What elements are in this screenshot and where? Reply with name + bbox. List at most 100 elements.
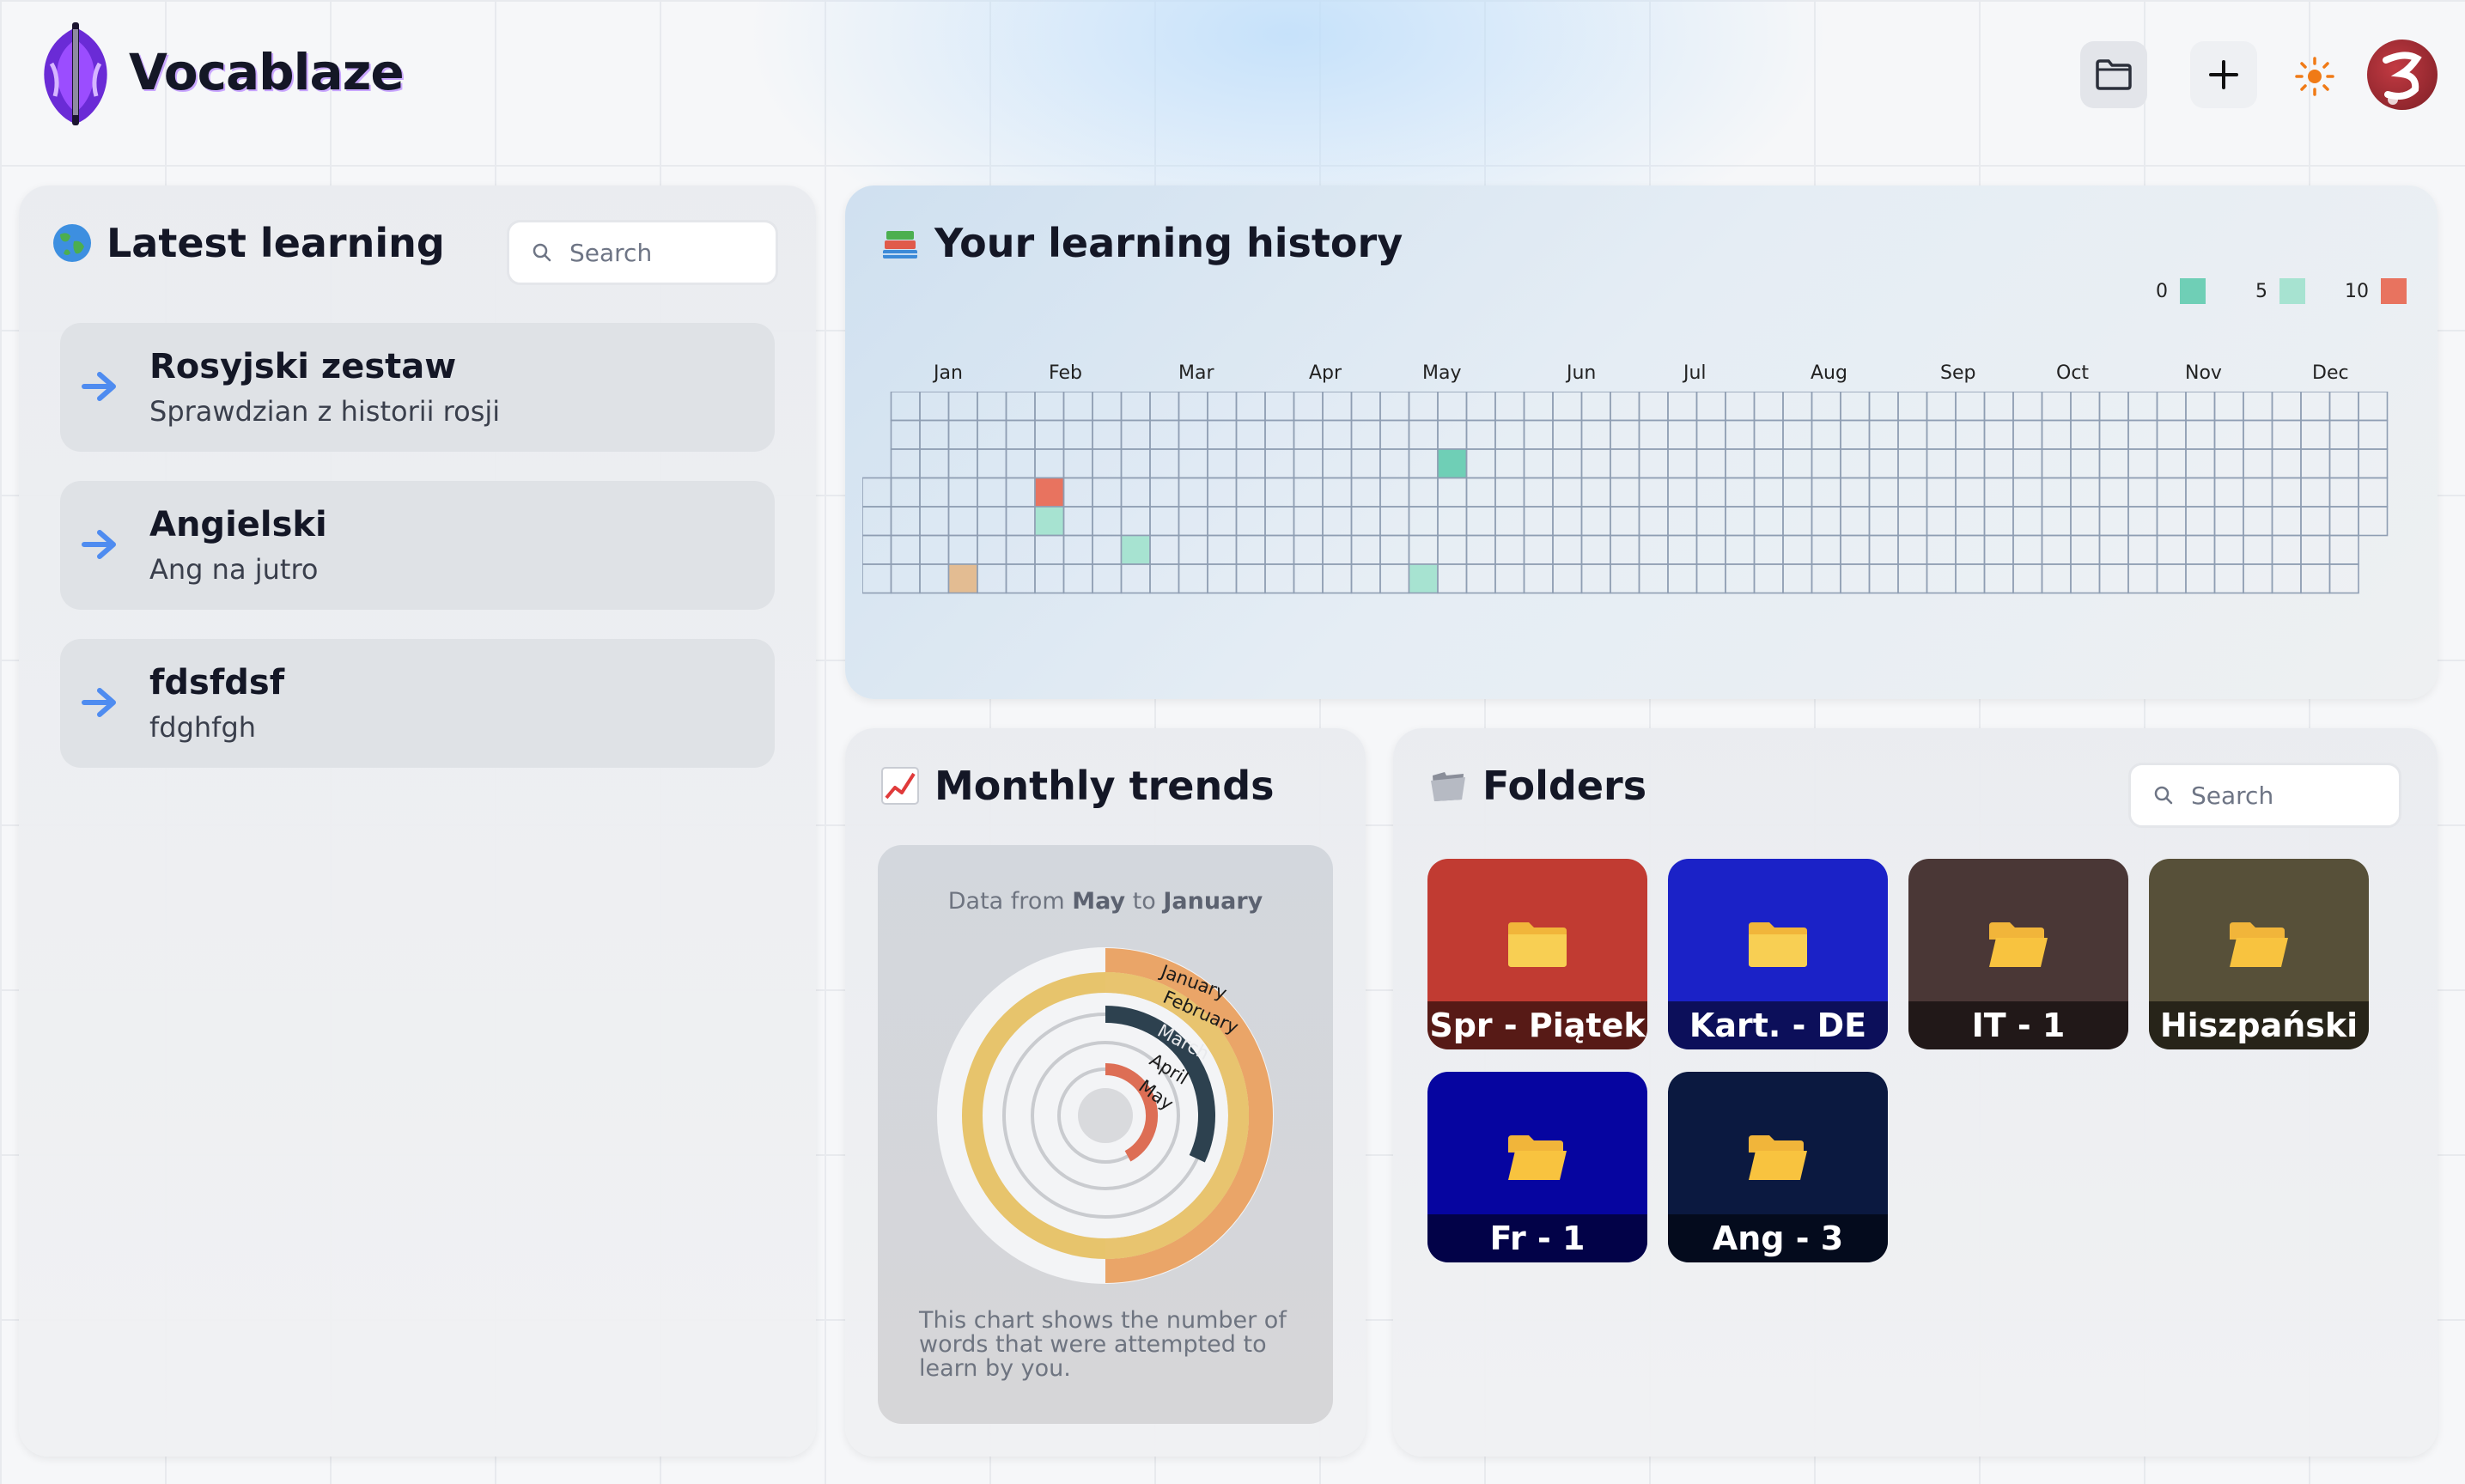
- heatmap-cell[interactable]: [1437, 392, 1468, 422]
- heatmap-cell[interactable]: [2243, 392, 2273, 422]
- list-item[interactable]: Rosyjski zestaw Sprawdzian z historii ro…: [60, 323, 775, 452]
- heatmap-cell[interactable]: [1005, 477, 1036, 508]
- heatmap-cell[interactable]: [1264, 477, 1295, 508]
- heatmap-cell[interactable]: [1523, 392, 1554, 422]
- heatmap-cell[interactable]: [1494, 534, 1525, 565]
- heatmap-cell[interactable]: [1465, 534, 1496, 565]
- heatmap-cell[interactable]: [2300, 392, 2331, 422]
- heatmap-cell[interactable]: [2098, 477, 2129, 508]
- heatmap-cell[interactable]: [1437, 506, 1468, 537]
- heatmap-cell[interactable]: [1235, 506, 1266, 537]
- heatmap-cell[interactable]: [1782, 506, 1813, 537]
- heatmap-cell[interactable]: [2185, 392, 2216, 422]
- heatmap-cell[interactable]: [2041, 477, 2072, 508]
- heatmap-cell[interactable]: [1811, 392, 1841, 422]
- heatmap-cell[interactable]: [2156, 477, 2187, 508]
- heatmap-cell[interactable]: [1149, 448, 1180, 479]
- heatmap-cell[interactable]: [1926, 477, 1957, 508]
- heatmap-cell[interactable]: [1235, 392, 1266, 422]
- heatmap-cell[interactable]: [2243, 448, 2273, 479]
- heatmap-cell[interactable]: [1092, 477, 1123, 508]
- heatmap-cell[interactable]: [2012, 419, 2043, 450]
- heatmap-cell[interactable]: [1034, 448, 1065, 479]
- heatmap-cell[interactable]: [1120, 419, 1151, 450]
- heatmap-cell[interactable]: [919, 534, 950, 565]
- heatmap-cell[interactable]: [1695, 506, 1726, 537]
- heatmap-cell[interactable]: [1465, 563, 1496, 594]
- heatmap-cell[interactable]: [1897, 419, 1928, 450]
- heatmap-cell[interactable]: [1926, 534, 1957, 565]
- heatmap-cell[interactable]: [1955, 534, 1986, 565]
- heatmap-cell[interactable]: [1293, 563, 1324, 594]
- heatmap-cell[interactable]: [1178, 392, 1208, 422]
- heatmap-cell[interactable]: [1120, 506, 1151, 537]
- heatmap-cell[interactable]: [1552, 448, 1583, 479]
- logo-icon[interactable]: [36, 21, 115, 127]
- heatmap-cell[interactable]: [1293, 534, 1324, 565]
- heatmap-cell[interactable]: [1897, 448, 1928, 479]
- heatmap-cell[interactable]: [1235, 563, 1266, 594]
- heatmap-cell[interactable]: [1840, 563, 1871, 594]
- heatmap-cell[interactable]: [1868, 563, 1899, 594]
- heatmap-cell[interactable]: [2127, 534, 2158, 565]
- heatmap-cell[interactable]: [2127, 563, 2158, 594]
- heatmap-cell[interactable]: [1408, 506, 1439, 537]
- heatmap-cell[interactable]: [1034, 534, 1065, 565]
- folder-card[interactable]: Spr - Piątek: [1427, 859, 1647, 1049]
- heatmap-cell[interactable]: [1580, 448, 1611, 479]
- heatmap-cell[interactable]: [1293, 392, 1324, 422]
- heatmap-cell[interactable]: [1580, 419, 1611, 450]
- heatmap-cell[interactable]: [1753, 392, 1784, 422]
- heatmap-cell[interactable]: [1379, 419, 1410, 450]
- heatmap-cell[interactable]: [1408, 448, 1439, 479]
- heatmap-cell[interactable]: [1667, 563, 1698, 594]
- heatmap-cell[interactable]: [1494, 563, 1525, 594]
- heatmap-cell[interactable]: [947, 563, 978, 594]
- heatmap-cell[interactable]: [2041, 534, 2072, 565]
- heatmap-cell[interactable]: [1897, 392, 1928, 422]
- heatmap-cell[interactable]: [2098, 563, 2129, 594]
- heatmap-cell[interactable]: [1983, 392, 2014, 422]
- heatmap-cell[interactable]: [2041, 419, 2072, 450]
- heatmap-cell[interactable]: [1092, 563, 1123, 594]
- heatmap-cell[interactable]: [1062, 534, 1093, 565]
- heatmap-cell[interactable]: [919, 563, 950, 594]
- heatmap-cell[interactable]: [1437, 448, 1468, 479]
- heatmap-cell[interactable]: [1667, 448, 1698, 479]
- heatmap-cell[interactable]: [1293, 477, 1324, 508]
- heatmap-cell[interactable]: [2012, 563, 2043, 594]
- heatmap-cell[interactable]: [1753, 477, 1784, 508]
- heatmap-cell[interactable]: [890, 563, 921, 594]
- heatmap-cell[interactable]: [2070, 392, 2101, 422]
- heatmap-cell[interactable]: [1753, 534, 1784, 565]
- heatmap-cell[interactable]: [1782, 563, 1813, 594]
- add-button[interactable]: [2190, 41, 2257, 108]
- heatmap-cell[interactable]: [1811, 419, 1841, 450]
- heatmap-cell[interactable]: [1322, 419, 1353, 450]
- heatmap-cell[interactable]: [1840, 534, 1871, 565]
- heatmap-cell[interactable]: [1005, 506, 1036, 537]
- heatmap-cell[interactable]: [1062, 477, 1093, 508]
- heatmap-cell[interactable]: [2156, 534, 2187, 565]
- heatmap-cell[interactable]: [2156, 392, 2187, 422]
- heatmap-cell[interactable]: [1149, 534, 1180, 565]
- heatmap-cell[interactable]: [1379, 448, 1410, 479]
- heatmap-cell[interactable]: [1580, 506, 1611, 537]
- heatmap-cell[interactable]: [1897, 563, 1928, 594]
- heatmap-cell[interactable]: [1638, 563, 1669, 594]
- heatmap-cell[interactable]: [1207, 448, 1238, 479]
- heatmap-cell[interactable]: [1322, 392, 1353, 422]
- heatmap-cell[interactable]: [862, 477, 892, 508]
- heatmap-cell[interactable]: [2271, 477, 2302, 508]
- heatmap-cell[interactable]: [1782, 392, 1813, 422]
- heatmap-cell[interactable]: [2271, 419, 2302, 450]
- heatmap-cell[interactable]: [1523, 506, 1554, 537]
- heatmap-cell[interactable]: [1552, 477, 1583, 508]
- heatmap-cell[interactable]: [2328, 448, 2359, 479]
- heatmap-cell[interactable]: [1005, 534, 1036, 565]
- heatmap-cell[interactable]: [1955, 419, 1986, 450]
- heatmap-cell[interactable]: [1695, 534, 1726, 565]
- heatmap-cell[interactable]: [2098, 448, 2129, 479]
- heatmap-cell[interactable]: [2012, 534, 2043, 565]
- heatmap-cell[interactable]: [2012, 477, 2043, 508]
